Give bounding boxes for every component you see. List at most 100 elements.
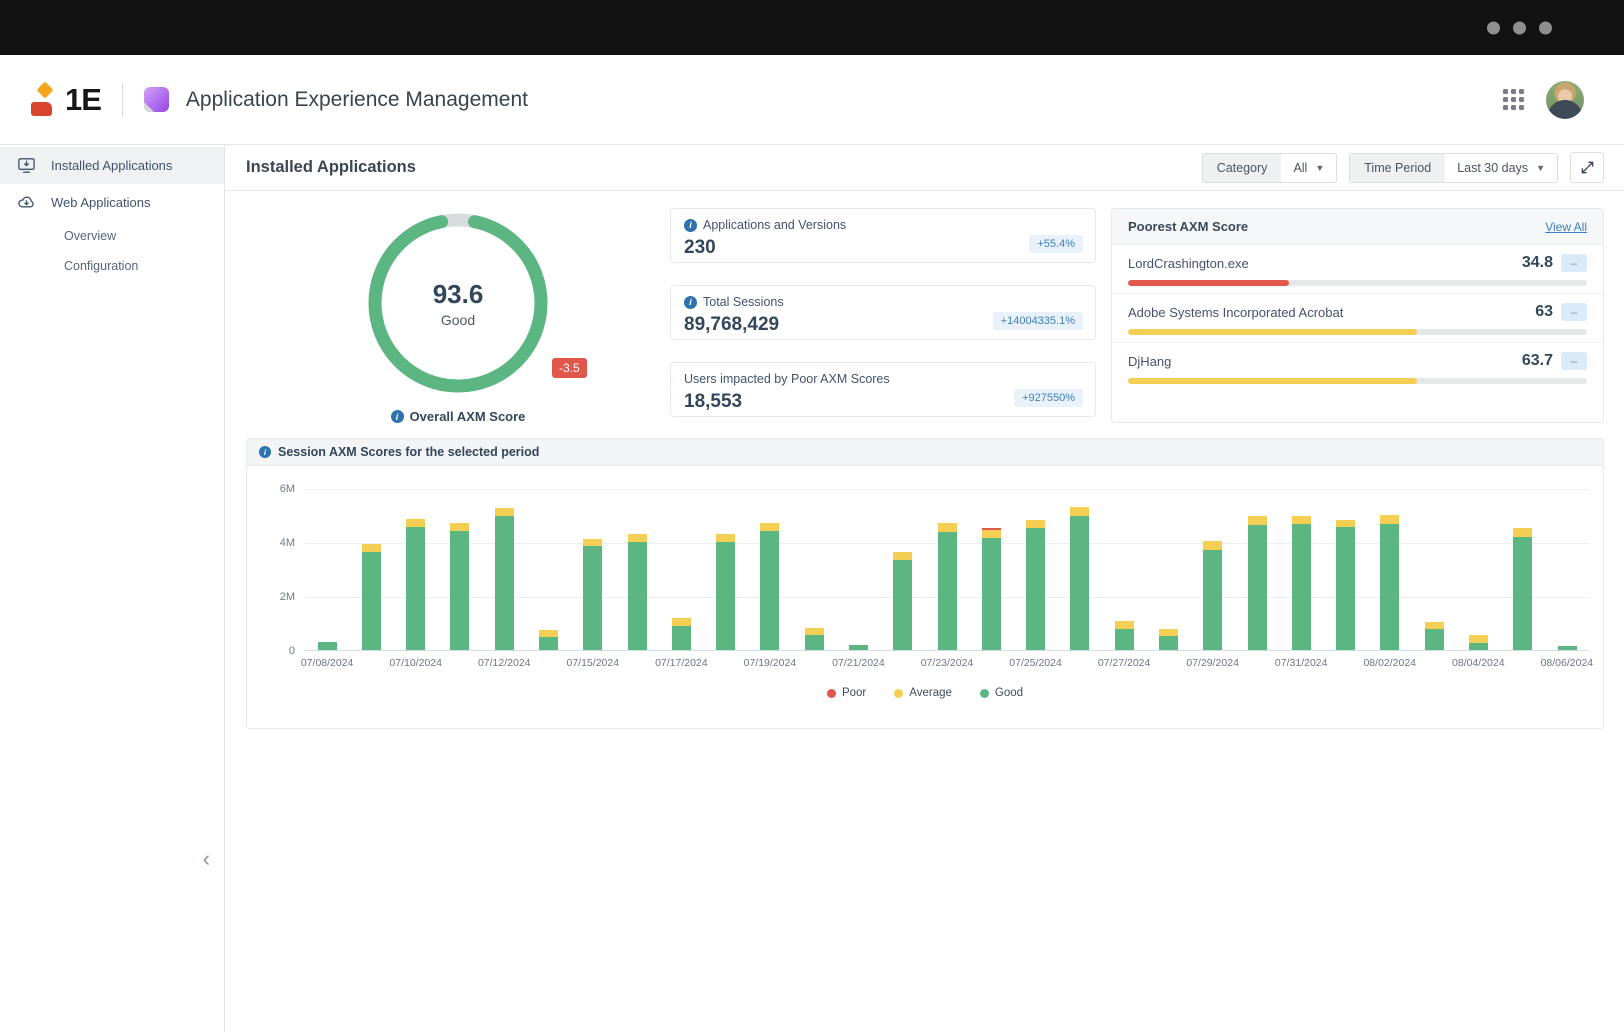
stat-trend-badge: +927550%: [1014, 389, 1083, 407]
sidebar: Installed Applications Web Applications …: [0, 145, 225, 1032]
y-tick: 6M: [259, 483, 295, 495]
info-icon[interactable]: i: [684, 296, 697, 309]
stacked-bar-07/15/2024: [583, 539, 602, 650]
legend-dot-icon: [894, 689, 903, 698]
fullscreen-button[interactable]: [1570, 152, 1604, 183]
legend-dot-icon: [827, 689, 836, 698]
app-score: 63: [1535, 303, 1553, 321]
bar-slot: [1058, 489, 1102, 650]
bar-slot: [1456, 489, 1500, 650]
sidebar-item-web-applications[interactable]: Web Applications: [0, 184, 224, 221]
legend-item-good[interactable]: Good: [980, 687, 1023, 699]
1e-logo-mark-icon: [30, 82, 60, 118]
x-tick: 07/27/2024: [1098, 657, 1151, 669]
chart-title: Session AXM Scores for the selected peri…: [278, 445, 539, 459]
info-icon[interactable]: i: [391, 410, 404, 423]
x-tick: 07/31/2024: [1275, 657, 1328, 669]
user-avatar[interactable]: [1546, 81, 1584, 119]
stacked-bar-07/23/2024: [938, 523, 957, 650]
app-name: DjHang: [1128, 354, 1522, 369]
bar-slot: [659, 489, 703, 650]
app-title: Application Experience Management: [186, 88, 528, 112]
stacked-bar-07/16/2024: [628, 534, 647, 650]
legend-label: Poor: [842, 687, 866, 699]
x-tick: 07/23/2024: [921, 657, 974, 669]
bar-slot: [1146, 489, 1190, 650]
stacked-bar-07/12/2024: [495, 508, 514, 650]
bar-slot: [1102, 489, 1146, 650]
time-period-filter-value: Last 30 days: [1457, 161, 1528, 175]
sidebar-item-overview[interactable]: Overview: [0, 221, 224, 251]
poorest-card-title: Poorest AXM Score: [1128, 219, 1248, 234]
x-tick: 08/02/2024: [1363, 657, 1416, 669]
stacked-bar-07/24/2024: [982, 528, 1001, 650]
bar-slot: [704, 489, 748, 650]
x-tick: 08/06/2024: [1541, 657, 1594, 669]
category-filter-value: All: [1293, 161, 1307, 175]
window-dot-icon[interactable]: [1539, 21, 1552, 34]
sidebar-item-configuration[interactable]: Configuration: [0, 251, 224, 281]
1e-logo[interactable]: 1E: [30, 82, 101, 118]
legend-label: Good: [995, 687, 1023, 699]
bar-slot: [1191, 489, 1235, 650]
axm-product-icon: [144, 87, 169, 112]
stacked-bar-07/21/2024: [849, 645, 868, 650]
trend-flat-chip[interactable]: –: [1561, 254, 1587, 272]
legend-label: Average: [909, 687, 952, 699]
axm-score-value: 93.6: [433, 279, 484, 310]
x-tick: 07/29/2024: [1186, 657, 1239, 669]
axm-score-delta-badge: -3.5: [552, 358, 587, 378]
bar-slot: [1014, 489, 1058, 650]
donut-caption: Overall AXM Score: [410, 409, 526, 424]
sidebar-item-installed-applications[interactable]: Installed Applications: [0, 147, 224, 184]
x-tick: 07/10/2024: [389, 657, 442, 669]
trend-flat-chip[interactable]: –: [1561, 303, 1587, 321]
bar-slot: [526, 489, 570, 650]
time-period-filter[interactable]: Time Period Last 30 days ▼: [1349, 153, 1558, 183]
time-period-filter-label: Time Period: [1350, 154, 1445, 182]
info-icon[interactable]: i: [259, 446, 271, 458]
bar-slot: [1323, 489, 1367, 650]
score-progress-track: [1128, 280, 1587, 286]
bar-slot: [792, 489, 836, 650]
sidebar-item-label: Web Applications: [51, 195, 151, 210]
bar-slot: [394, 489, 438, 650]
stat-cards: i Applications and Versions 230 +55.4% i…: [670, 208, 1096, 424]
poorest-row: DjHang 63.7 –: [1112, 342, 1603, 391]
window-dot-icon[interactable]: [1513, 21, 1526, 34]
x-tick: 07/12/2024: [478, 657, 531, 669]
bar-slot: [748, 489, 792, 650]
window-dot-icon[interactable]: [1487, 21, 1500, 34]
score-progress-fill: [1128, 280, 1289, 286]
stacked-bar-07/31/2024: [1292, 516, 1311, 650]
bar-slot: [836, 489, 880, 650]
stat-trend-badge: +55.4%: [1029, 235, 1083, 253]
view-all-link[interactable]: View All: [1545, 220, 1587, 234]
category-filter[interactable]: Category All ▼: [1202, 153, 1338, 183]
stacked-bar-07/30/2024: [1248, 516, 1267, 650]
legend-dot-icon: [980, 689, 989, 698]
legend-item-average[interactable]: Average: [894, 687, 952, 699]
stat-label: Applications and Versions: [703, 218, 846, 232]
window-titlebar: [0, 0, 1624, 55]
sidebar-collapse-chevron-icon[interactable]: ‹: [203, 848, 210, 870]
info-icon[interactable]: i: [684, 219, 697, 232]
stacked-bar-07/18/2024: [716, 534, 735, 650]
trend-flat-chip[interactable]: –: [1561, 352, 1587, 370]
overall-axm-score-widget: 93.6 Good -3.5 i Overall AXM Score: [246, 208, 670, 424]
stacked-bar-08/04/2024: [1469, 635, 1488, 650]
score-progress-track: [1128, 329, 1587, 335]
bars: [305, 489, 1589, 650]
x-tick: 07/21/2024: [832, 657, 885, 669]
x-tick: 07/15/2024: [567, 657, 620, 669]
session-axm-scores-card: i Session AXM Scores for the selected pe…: [246, 438, 1604, 729]
window-control-dots[interactable]: [1487, 21, 1552, 34]
stat-card-users-impacted: Users impacted by Poor AXM Scores 18,553…: [670, 362, 1096, 417]
score-progress-track: [1128, 378, 1587, 384]
bar-slot: [1368, 489, 1412, 650]
stacked-bar-07/29/2024: [1203, 541, 1222, 650]
legend-item-poor[interactable]: Poor: [827, 687, 866, 699]
x-tick: 07/19/2024: [744, 657, 797, 669]
bar-slot: [1501, 489, 1545, 650]
app-switcher-icon[interactable]: [1503, 89, 1524, 110]
